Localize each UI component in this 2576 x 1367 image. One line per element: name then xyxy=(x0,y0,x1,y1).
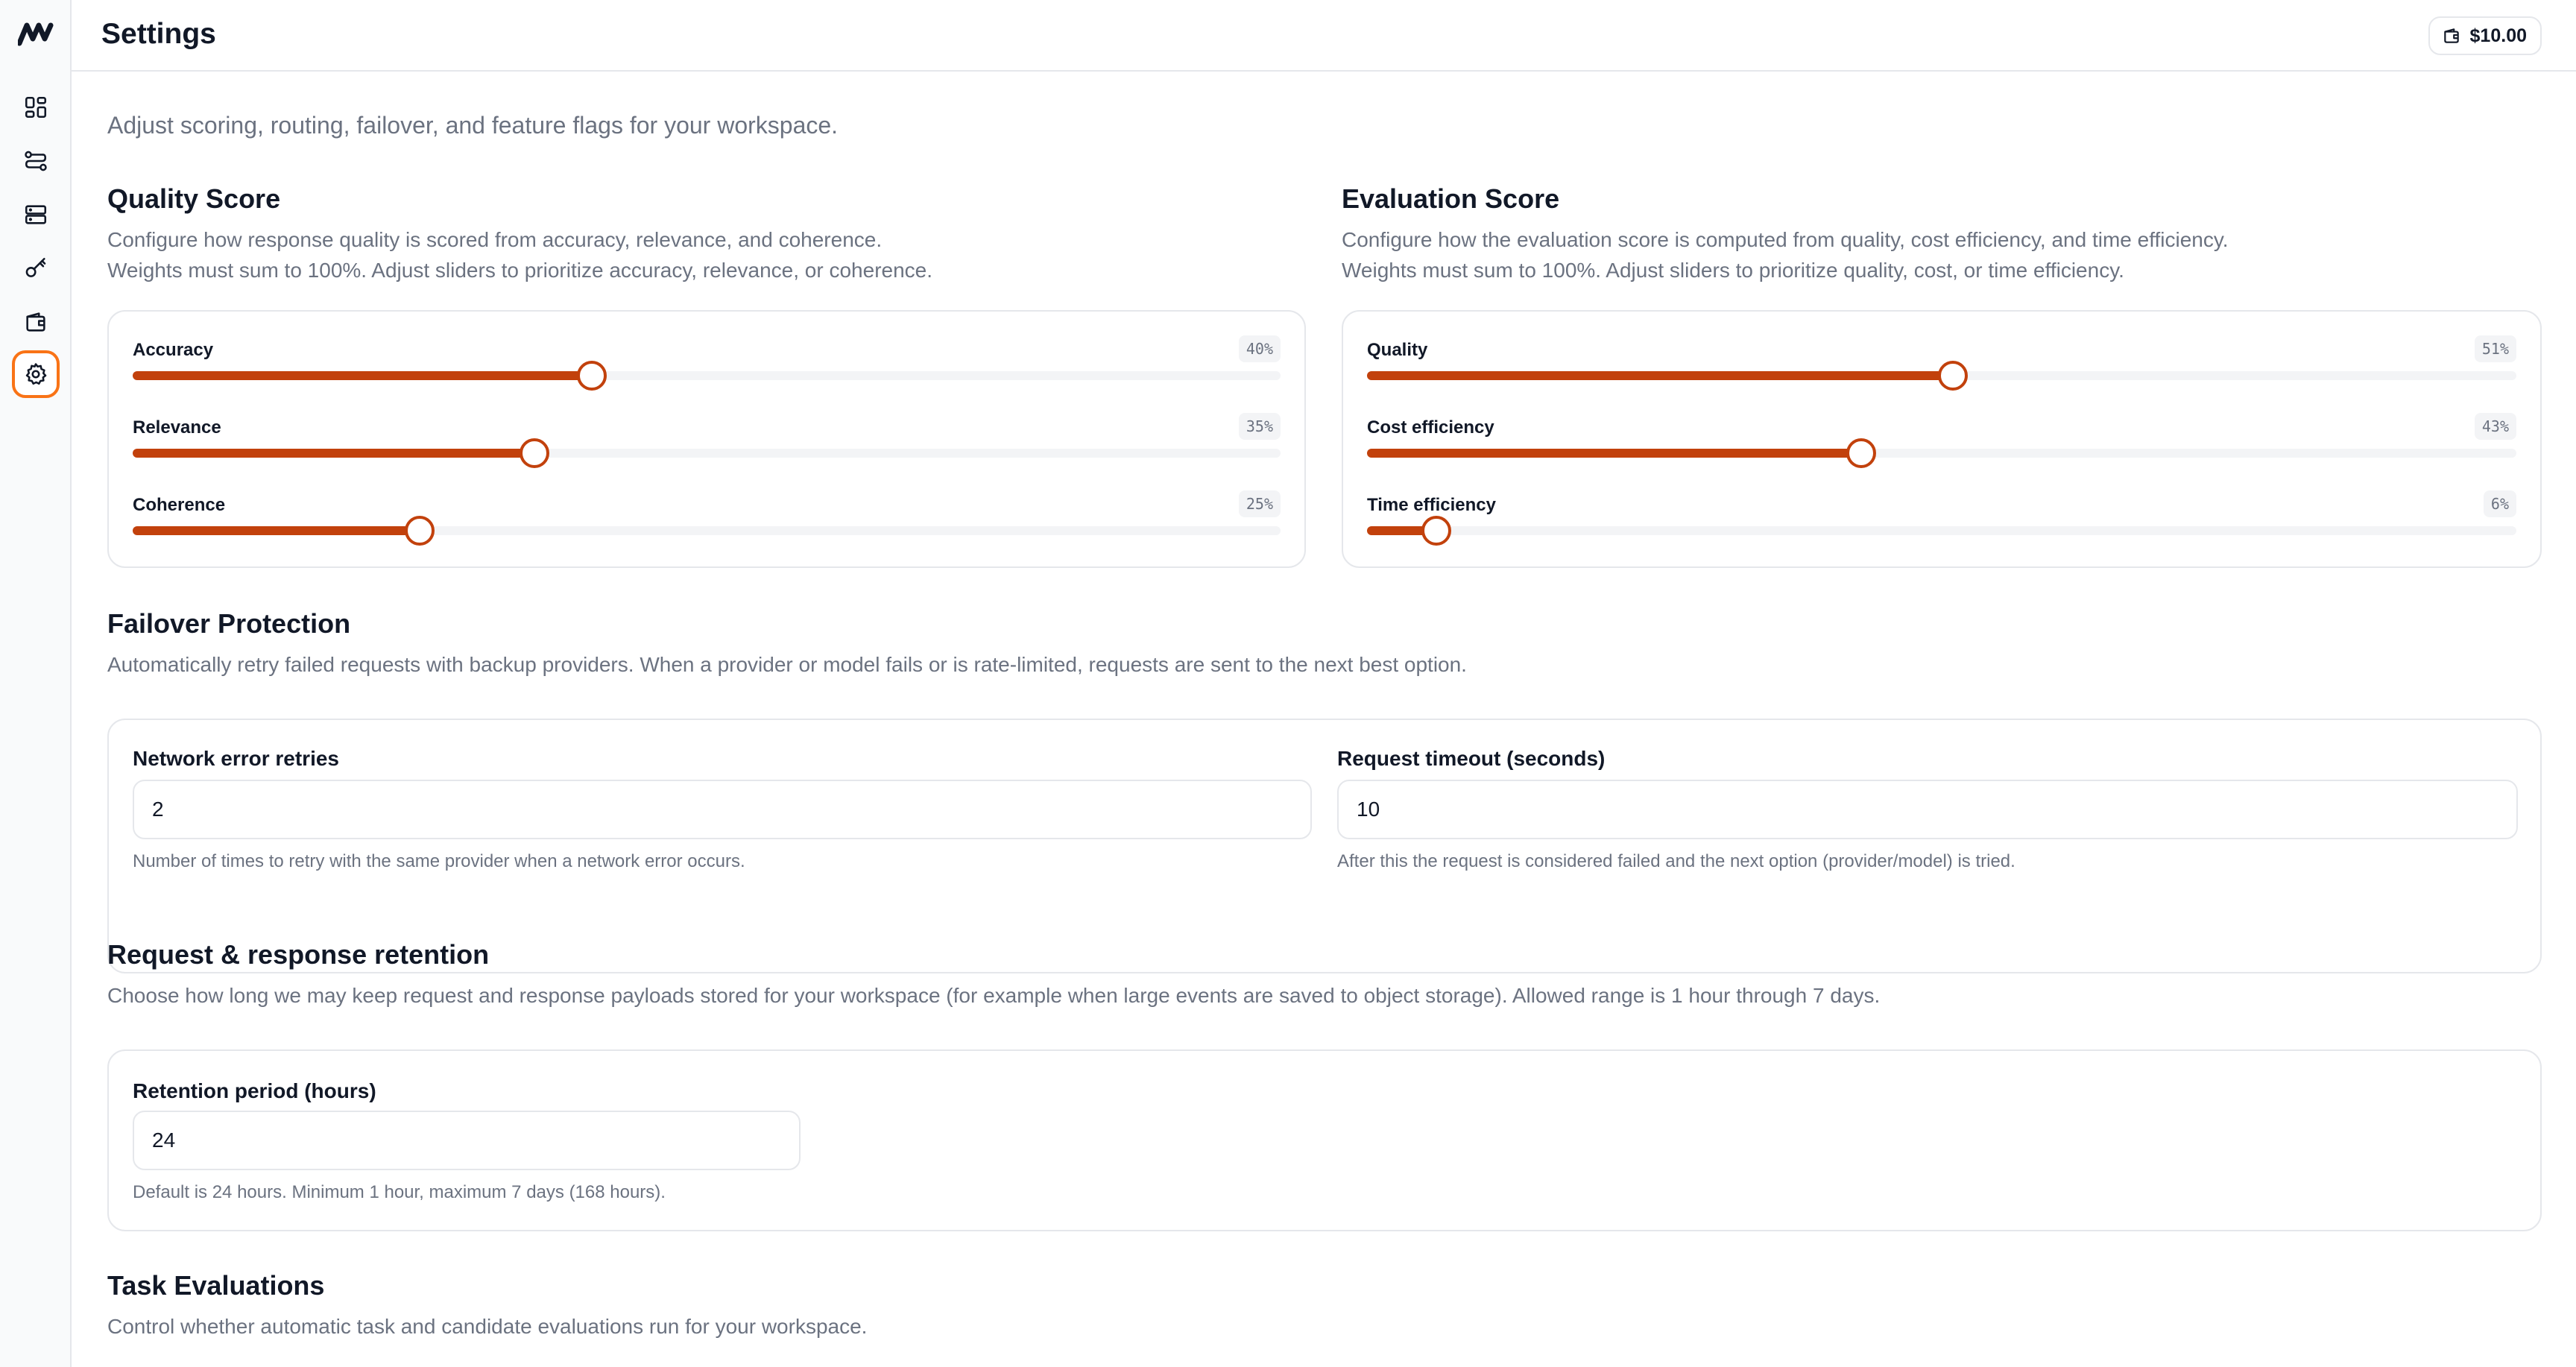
sidebar xyxy=(0,0,72,1367)
relevance-slider[interactable] xyxy=(133,438,1281,468)
accuracy-slider-thumb[interactable] xyxy=(577,361,607,391)
logo-icon[interactable] xyxy=(18,21,54,48)
retention-title: Request & response retention xyxy=(107,939,490,970)
accuracy-slider[interactable] xyxy=(133,361,1281,391)
quality-score-card: Accuracy 40% Relevance 35% Coherence 25% xyxy=(107,310,1306,568)
accuracy-label: Accuracy xyxy=(133,340,214,360)
quality-label: Quality xyxy=(1367,340,1428,360)
quality-score-desc-2: Weights must sum to 100%. Adjust sliders… xyxy=(107,259,933,282)
evaluation-score-title: Evaluation Score xyxy=(1342,183,1560,214)
quality-slider-row: Quality 51% xyxy=(1367,335,2516,400)
wallet-icon xyxy=(2443,28,2459,43)
sidebar-item-keys[interactable] xyxy=(12,244,60,292)
sidebar-item-settings[interactable] xyxy=(12,350,60,398)
coherence-slider-row: Coherence 25% xyxy=(133,490,1281,555)
evaluation-score-desc-1: Configure how the evaluation score is co… xyxy=(1342,228,2229,251)
gear-icon xyxy=(25,363,47,385)
failover-card: Network error retries Number of times to… xyxy=(107,719,2542,973)
time-efficiency-slider[interactable] xyxy=(1367,516,2516,546)
accuracy-slider-row: Accuracy 40% xyxy=(133,335,1281,400)
evaluation-score-card: Quality 51% Cost efficiency 43% Time eff… xyxy=(1342,310,2542,568)
coherence-slider-thumb[interactable] xyxy=(405,516,435,546)
time-efficiency-label: Time efficiency xyxy=(1367,495,1496,515)
relevance-slider-row: Relevance 35% xyxy=(133,413,1281,477)
sidebar-item-billing[interactable] xyxy=(12,298,60,346)
relevance-label: Relevance xyxy=(133,417,221,438)
network-retries-help: Number of times to retry with the same p… xyxy=(133,851,745,871)
relevance-slider-thumb[interactable] xyxy=(520,438,549,468)
time-efficiency-slider-row: Time efficiency 6% xyxy=(1367,490,2516,555)
coherence-value: 25% xyxy=(1238,490,1281,517)
task-evaluations-desc: Control whether automatic task and candi… xyxy=(107,1315,868,1338)
settings-content: Adjust scoring, routing, failover, and f… xyxy=(107,72,2542,1367)
quality-slider[interactable] xyxy=(1367,361,2516,391)
page-title: Settings xyxy=(101,18,216,50)
cost-efficiency-slider-row: Cost efficiency 43% xyxy=(1367,413,2516,477)
balance-amount: $10.00 xyxy=(2469,25,2527,46)
sidebar-item-dashboard[interactable] xyxy=(12,83,60,131)
wallet-icon xyxy=(26,312,45,332)
quality-value: 51% xyxy=(2474,335,2516,362)
retention-period-input[interactable] xyxy=(133,1111,801,1170)
retention-period-help: Default is 24 hours. Minimum 1 hour, max… xyxy=(133,1182,666,1202)
coherence-label: Coherence xyxy=(133,495,226,515)
failover-desc: Automatically retry failed requests with… xyxy=(107,653,1467,676)
accuracy-value: 40% xyxy=(1238,335,1281,362)
failover-title: Failover Protection xyxy=(107,608,351,639)
request-timeout-label: Request timeout (seconds) xyxy=(1337,747,1606,770)
cost-efficiency-value: 43% xyxy=(2474,413,2516,440)
time-efficiency-slider-thumb[interactable] xyxy=(1421,516,1451,546)
cost-efficiency-slider-thumb[interactable] xyxy=(1846,438,1877,468)
evaluation-score-desc-2: Weights must sum to 100%. Adjust sliders… xyxy=(1342,259,2124,282)
server-icon xyxy=(25,205,47,224)
top-header: Settings $10.00 xyxy=(72,0,2576,72)
coherence-slider[interactable] xyxy=(133,516,1281,546)
sidebar-item-storage[interactable] xyxy=(12,191,60,239)
cost-efficiency-label: Cost efficiency xyxy=(1367,417,1494,438)
network-retries-label: Network error retries xyxy=(133,747,340,770)
time-efficiency-value: 6% xyxy=(2483,490,2516,517)
page-intro: Adjust scoring, routing, failover, and f… xyxy=(107,112,839,139)
quality-score-title: Quality Score xyxy=(107,183,281,214)
request-timeout-input[interactable] xyxy=(1337,780,2518,839)
key-icon xyxy=(25,257,46,277)
cost-efficiency-slider[interactable] xyxy=(1367,438,2516,468)
relevance-value: 35% xyxy=(1238,413,1281,440)
dashboard-icon xyxy=(25,96,47,119)
sidebar-item-routing[interactable] xyxy=(12,137,60,185)
retention-period-label: Retention period (hours) xyxy=(133,1079,376,1102)
network-retries-input[interactable] xyxy=(133,780,1312,839)
retention-desc: Choose how long we may keep request and … xyxy=(107,984,1881,1007)
retention-card: Retention period (hours) Default is 24 h… xyxy=(107,1049,2542,1231)
routing-icon xyxy=(25,151,47,171)
task-evaluations-title: Task Evaluations xyxy=(107,1270,325,1301)
quality-score-desc-1: Configure how response quality is scored… xyxy=(107,228,883,251)
request-timeout-help: After this the request is considered fai… xyxy=(1337,851,2015,871)
balance-button[interactable]: $10.00 xyxy=(2428,16,2542,55)
quality-slider-thumb[interactable] xyxy=(1938,361,1969,391)
